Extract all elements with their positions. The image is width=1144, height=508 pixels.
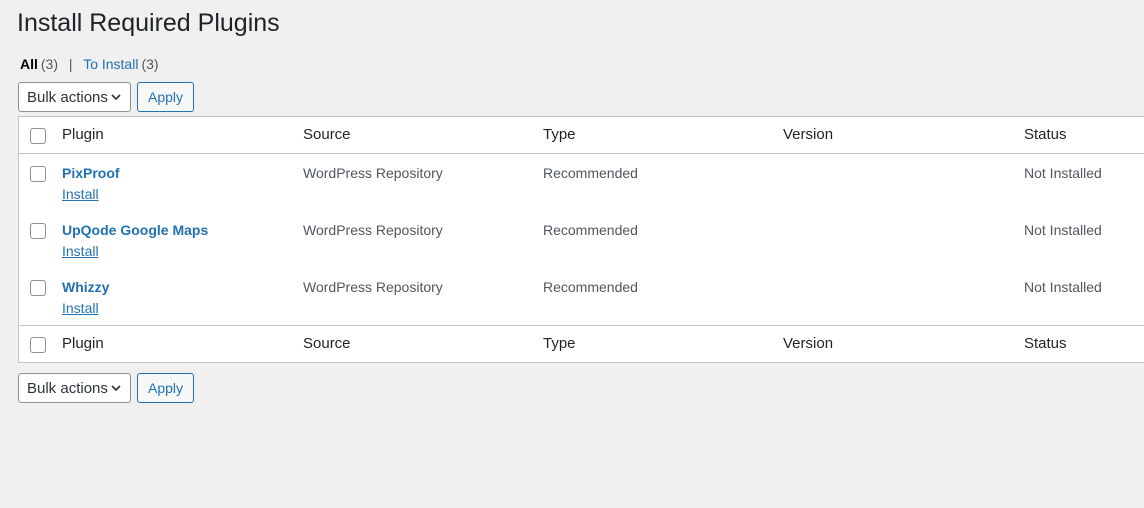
table-footer: Plugin Source Type Version Status: [19, 325, 1144, 362]
filter-to-install-count: (3): [141, 56, 159, 72]
bulk-actions-value: Bulk actions: [27, 379, 108, 397]
table-row: PixProof Install WordPress Repository Re…: [19, 154, 1144, 211]
row-checkbox[interactable]: [30, 280, 46, 296]
plugin-cell: PixProof Install: [62, 164, 120, 203]
filter-separator: |: [68, 56, 73, 72]
column-header-type: Type: [543, 126, 576, 143]
type-cell: Recommended: [543, 165, 638, 181]
install-link[interactable]: Install: [62, 185, 120, 203]
status-cell: Not Installed: [1024, 279, 1102, 295]
table-row: Whizzy Install WordPress Repository Reco…: [19, 268, 1144, 325]
bulk-actions-value: Bulk actions: [27, 88, 108, 106]
bulk-actions-select-top[interactable]: Bulk actions: [18, 82, 131, 112]
type-cell: Recommended: [543, 279, 638, 295]
column-header-version: Version: [783, 126, 834, 143]
column-footer-type: Type: [543, 335, 576, 352]
plugin-cell: Whizzy Install: [62, 278, 109, 317]
filter-all-label[interactable]: All: [20, 56, 38, 72]
table-header: Plugin Source Type Version Status: [19, 117, 1144, 154]
row-checkbox[interactable]: [30, 166, 46, 182]
chevron-down-icon: [111, 385, 121, 392]
column-header-plugin: Plugin: [62, 126, 104, 143]
status-cell: Not Installed: [1024, 165, 1102, 181]
row-checkbox[interactable]: [30, 223, 46, 239]
plugins-table: Plugin Source Type Version Status PixPro…: [18, 116, 1144, 363]
filter-to-install-link[interactable]: To Install: [83, 56, 138, 72]
plugin-name-link[interactable]: Whizzy: [62, 278, 109, 296]
column-header-status: Status: [1024, 126, 1067, 143]
source-cell: WordPress Repository: [303, 165, 443, 181]
column-footer-source: Source: [303, 335, 351, 352]
status-filters: All (3) | To Install (3): [20, 55, 159, 73]
status-cell: Not Installed: [1024, 222, 1102, 238]
column-footer-version: Version: [783, 335, 834, 352]
column-footer-status: Status: [1024, 335, 1067, 352]
select-all-checkbox-footer[interactable]: [30, 337, 46, 353]
source-cell: WordPress Repository: [303, 222, 443, 238]
column-header-source: Source: [303, 126, 351, 143]
plugin-cell: UpQode Google Maps Install: [62, 221, 208, 260]
chevron-down-icon: [111, 94, 121, 101]
type-cell: Recommended: [543, 222, 638, 238]
apply-button-bottom[interactable]: Apply: [137, 373, 194, 403]
filter-all-count: (3): [40, 56, 59, 72]
install-link[interactable]: Install: [62, 299, 109, 317]
bulk-actions-select-bottom[interactable]: Bulk actions: [18, 373, 131, 403]
table-row: UpQode Google Maps Install WordPress Rep…: [19, 211, 1144, 268]
page-title: Install Required Plugins: [17, 9, 280, 37]
bulk-actions-top: Bulk actions Apply: [18, 82, 194, 112]
plugin-name-link[interactable]: UpQode Google Maps: [62, 221, 208, 239]
apply-button-top[interactable]: Apply: [137, 82, 194, 112]
install-link[interactable]: Install: [62, 242, 208, 260]
bulk-actions-bottom: Bulk actions Apply: [18, 373, 194, 403]
column-footer-plugin: Plugin: [62, 335, 104, 352]
source-cell: WordPress Repository: [303, 279, 443, 295]
select-all-checkbox[interactable]: [30, 128, 46, 144]
plugin-name-link[interactable]: PixProof: [62, 164, 120, 182]
